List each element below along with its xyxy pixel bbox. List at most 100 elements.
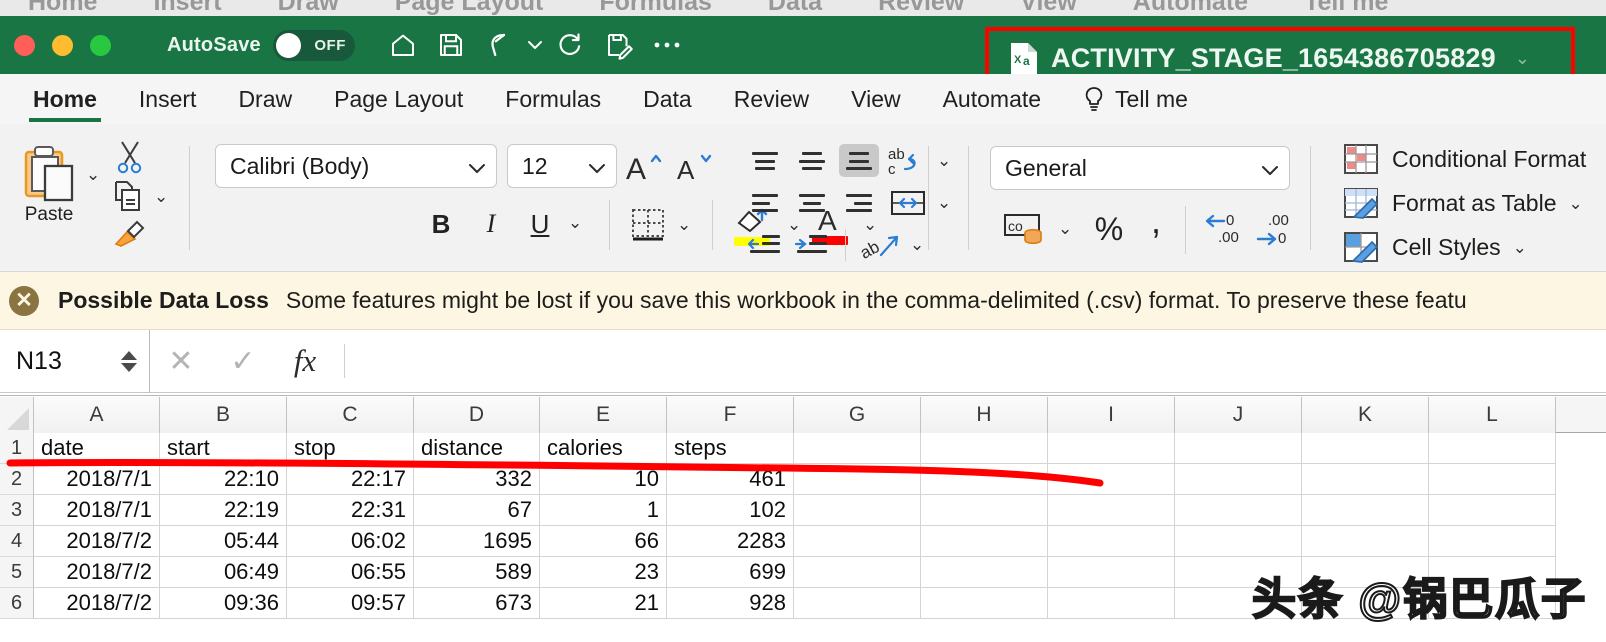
cell-G4[interactable]: [794, 526, 921, 557]
cell-C4[interactable]: 06:02: [287, 526, 414, 557]
cell-E5[interactable]: 23: [540, 557, 667, 588]
cell-D2[interactable]: 332: [414, 464, 540, 495]
save-icon[interactable]: [429, 23, 473, 67]
borders-icon[interactable]: [628, 206, 668, 244]
cell-D1[interactable]: distance: [414, 433, 540, 464]
decrease-indent-icon[interactable]: [745, 228, 785, 261]
font-size-chevron-down-icon[interactable]: [588, 153, 606, 180]
cell-J4[interactable]: [1175, 526, 1302, 557]
cell-J1[interactable]: [1175, 433, 1302, 464]
column-header-G[interactable]: G: [794, 397, 921, 433]
confirm-entry-button[interactable]: ✓: [212, 330, 274, 393]
number-format-select[interactable]: General: [990, 146, 1290, 190]
increase-indent-icon[interactable]: [792, 228, 832, 261]
select-all-corner[interactable]: [0, 397, 34, 433]
cell-I3[interactable]: [1048, 495, 1175, 526]
table-row[interactable]: 3 2018/7/1 22:19 22:31 67 1 102: [0, 495, 1606, 526]
table-row[interactable]: 4 2018/7/2 05:44 06:02 1695 66 2283: [0, 526, 1606, 557]
tab-view[interactable]: View: [830, 74, 921, 124]
column-header-H[interactable]: H: [921, 397, 1048, 433]
merge-cells-icon[interactable]: [886, 186, 930, 219]
table-row[interactable]: 2 2018/7/1 22:10 22:17 332 10 461: [0, 464, 1606, 495]
align-middle-icon[interactable]: [792, 144, 832, 177]
cancel-entry-button[interactable]: ✕: [150, 330, 212, 393]
percent-style-button[interactable]: %: [1088, 210, 1130, 248]
home-icon[interactable]: [381, 23, 425, 67]
cell-B2[interactable]: 22:10: [160, 464, 287, 495]
cell-L2[interactable]: [1429, 464, 1556, 495]
column-header-K[interactable]: K: [1302, 397, 1429, 433]
tab-review[interactable]: Review: [713, 74, 830, 124]
close-window-button[interactable]: [14, 34, 35, 56]
column-header-A[interactable]: A: [34, 397, 160, 433]
table-row[interactable]: 1 date start stop distance calories steps: [0, 433, 1606, 464]
accounting-format-icon[interactable]: co: [1002, 210, 1048, 246]
cell-H3[interactable]: [921, 495, 1048, 526]
style-chevron-down-icon[interactable]: ⌄: [1568, 195, 1582, 212]
cut-icon[interactable]: [108, 140, 152, 174]
cell-E3[interactable]: 1: [540, 495, 667, 526]
tab-automate[interactable]: Automate: [922, 74, 1062, 124]
tab-formulas[interactable]: Formulas: [484, 74, 622, 124]
increase-font-size-icon[interactable]: A: [622, 146, 666, 188]
tab-tell-me[interactable]: Tell me: [1062, 74, 1209, 124]
undo-icon[interactable]: [477, 23, 521, 67]
accounting-chevron-down-icon[interactable]: ⌄: [1058, 220, 1072, 237]
align-bottom-icon[interactable]: [839, 144, 879, 177]
font-size-select[interactable]: 12: [507, 144, 617, 188]
align-top-icon[interactable]: [745, 144, 785, 177]
font-name-chevron-down-icon[interactable]: [468, 153, 486, 180]
copy-icon[interactable]: [108, 180, 148, 212]
edit-save-icon[interactable]: [597, 23, 641, 67]
cell-H4[interactable]: [921, 526, 1048, 557]
cell-A4[interactable]: 2018/7/2: [34, 526, 160, 557]
decrease-decimal-icon[interactable]: .00 0: [1252, 210, 1300, 248]
cell-B3[interactable]: 22:19: [160, 495, 287, 526]
cell-E4[interactable]: 66: [540, 526, 667, 557]
cell-C5[interactable]: 06:55: [287, 557, 414, 588]
cell-D6[interactable]: 673: [414, 588, 540, 619]
name-box[interactable]: N13: [0, 329, 150, 393]
cell-F2[interactable]: 461: [667, 464, 794, 495]
cell-F5[interactable]: 699: [667, 557, 794, 588]
autosave-control[interactable]: AutoSave OFF: [167, 29, 355, 61]
column-header-B[interactable]: B: [160, 397, 287, 433]
cell-A2[interactable]: 2018/7/1: [34, 464, 160, 495]
row-header-5[interactable]: 5: [0, 557, 34, 588]
increase-decimal-icon[interactable]: 0 .00: [1202, 210, 1250, 248]
undo-caret-icon[interactable]: [525, 23, 545, 67]
column-header-F[interactable]: F: [667, 397, 794, 433]
cell-I2[interactable]: [1048, 464, 1175, 495]
row-header-6[interactable]: 6: [0, 588, 34, 619]
number-format-chevron-down-icon[interactable]: [1261, 155, 1279, 182]
conditional-formatting-button[interactable]: Conditional Format: [1344, 142, 1586, 176]
cell-F3[interactable]: 102: [667, 495, 794, 526]
cell-D4[interactable]: 1695: [414, 526, 540, 557]
column-header-C[interactable]: C: [287, 397, 414, 433]
redo-icon[interactable]: [549, 23, 593, 67]
cell-G3[interactable]: [794, 495, 921, 526]
error-circle-icon[interactable]: ✕: [9, 285, 39, 316]
cell-K4[interactable]: [1302, 526, 1429, 557]
wrap-text-chevron-down-icon[interactable]: ⌄: [937, 152, 951, 169]
underline-chevron-down-icon[interactable]: ⌄: [568, 214, 582, 231]
underline-button[interactable]: U: [521, 204, 559, 244]
cell-A3[interactable]: 2018/7/1: [34, 495, 160, 526]
cell-B1[interactable]: start: [160, 433, 287, 464]
row-header-1[interactable]: 1: [0, 433, 34, 464]
font-name-select[interactable]: Calibri (Body): [215, 144, 497, 188]
cell-K3[interactable]: [1302, 495, 1429, 526]
tab-page-layout[interactable]: Page Layout: [313, 74, 484, 124]
cell-A1[interactable]: date: [34, 433, 160, 464]
cell-G6[interactable]: [794, 588, 921, 619]
text-orientation-icon[interactable]: ab: [859, 228, 903, 261]
borders-chevron-down-icon[interactable]: ⌄: [677, 216, 691, 233]
italic-button[interactable]: I: [472, 204, 510, 244]
name-box-stepper[interactable]: [121, 350, 137, 372]
insert-function-button[interactable]: fx: [274, 330, 336, 393]
cell-G5[interactable]: [794, 557, 921, 588]
paste-chevron-down-icon[interactable]: ⌄: [86, 166, 100, 183]
column-header-L[interactable]: L: [1429, 397, 1556, 433]
column-header-E[interactable]: E: [540, 397, 667, 433]
minimize-window-button[interactable]: [52, 34, 73, 56]
